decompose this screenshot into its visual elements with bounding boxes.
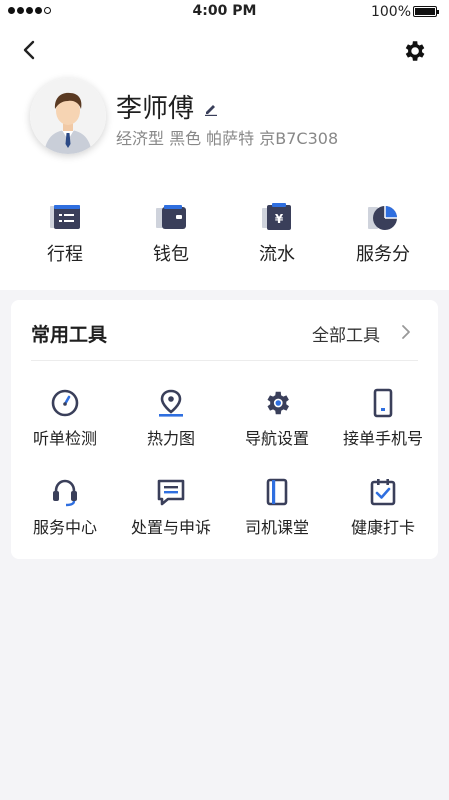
tool-label: 司机课堂 (244, 518, 309, 537)
itinerary-icon (50, 205, 80, 229)
headset-icon (53, 479, 77, 507)
svg-text:¥: ¥ (275, 212, 284, 226)
car-info: 经济型 黑色 帕萨特 京B7C308 (116, 129, 339, 148)
tool-label: 热力图 (146, 429, 195, 448)
tool-label: 接单手机号 (342, 429, 423, 448)
tool-health-checkin[interactable]: 健康打卡 (330, 477, 436, 538)
tool-heatmap[interactable]: 热力图 (118, 388, 224, 449)
book-icon (266, 478, 288, 506)
battery-icon (413, 6, 439, 17)
service-score-icon (368, 206, 397, 230)
transactions-icon: ¥ (262, 203, 291, 230)
card-title: 常用工具 (31, 324, 108, 346)
tool-disposal-appeal[interactable]: 处置与申诉 (118, 477, 224, 538)
settings-gear-icon[interactable] (401, 38, 427, 64)
tool-order-phone[interactable]: 接单手机号 (330, 388, 436, 449)
driver-avatar-icon (30, 78, 106, 154)
driver-name: 李师傅 (116, 94, 195, 124)
quick-link-itinerary[interactable]: 行程 (25, 202, 105, 266)
wallet-icon (156, 205, 186, 229)
back-arrow-icon[interactable] (18, 38, 42, 62)
battery-percent: 100% (370, 4, 411, 20)
quick-link-label: 服务分 (356, 244, 410, 265)
profile-header: 李师傅 经济型 黑色 帕萨特 京B7C308 行程 钱包 ¥ 流水 服务分 (0, 24, 449, 290)
edit-pencil-icon[interactable] (204, 102, 218, 116)
card-divider (31, 360, 418, 361)
quick-link-label: 钱包 (153, 244, 189, 265)
tool-order-check[interactable]: 听单检测 (12, 388, 118, 449)
tool-label: 服务中心 (32, 518, 97, 537)
quick-link-wallet[interactable]: 钱包 (131, 202, 211, 266)
tool-label: 听单检测 (32, 429, 97, 448)
avatar[interactable] (30, 78, 106, 154)
calendar-check-icon (370, 479, 396, 506)
quick-link-label: 流水 (259, 244, 295, 265)
quick-link-transactions[interactable]: ¥ 流水 (237, 202, 317, 266)
tool-label: 导航设置 (244, 429, 309, 448)
location-pin-icon (159, 389, 183, 417)
common-tools-card: 常用工具 全部工具 听单检测 热力图 导航设置 接单手机号 服务中心 处置与申诉… (11, 300, 438, 559)
tool-navigation-settings[interactable]: 导航设置 (224, 388, 330, 449)
gauge-icon (51, 389, 79, 417)
tool-label: 处置与申诉 (130, 518, 211, 537)
phone-icon (373, 388, 393, 418)
tool-service-center[interactable]: 服务中心 (12, 477, 118, 538)
tool-label: 健康打卡 (350, 518, 415, 537)
quick-link-service-score[interactable]: 服务分 (343, 202, 423, 266)
message-icon (157, 479, 185, 506)
quick-link-label: 行程 (47, 244, 83, 265)
tool-driver-class[interactable]: 司机课堂 (224, 477, 330, 538)
chevron-right-icon[interactable] (400, 324, 412, 340)
all-tools-link[interactable]: 全部工具 (312, 321, 380, 346)
status-bar: 4:00 PM 100% (0, 0, 449, 24)
gear-icon (267, 391, 289, 415)
